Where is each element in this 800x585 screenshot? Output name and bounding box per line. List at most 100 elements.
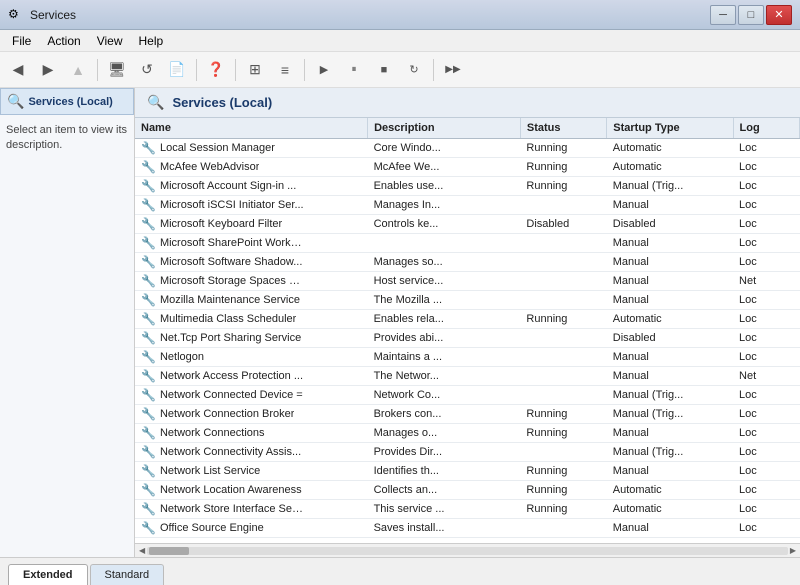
cell-status bbox=[520, 443, 606, 462]
cell-status bbox=[520, 196, 606, 215]
toolbar: ◀ ▶ ▲ 🖥 ↺ 📄 ❓ ⊞ ≡ ▶ ⏸ ■ ↻ ▶▶ bbox=[0, 52, 800, 88]
table-row[interactable]: 🔧Network Access Protection ...The Networ… bbox=[135, 367, 800, 386]
horizontal-scrollbar[interactable]: ◀ ▶ bbox=[135, 543, 800, 557]
cell-log: Loc bbox=[733, 386, 799, 405]
toolbar-separator-5 bbox=[433, 59, 434, 81]
table-row[interactable]: 🔧Multimedia Class SchedulerEnables rela.… bbox=[135, 310, 800, 329]
menu-help[interactable]: Help bbox=[131, 32, 172, 50]
cell-startup-type: Manual bbox=[607, 424, 733, 443]
show-console-button[interactable]: 🖥 bbox=[103, 56, 131, 84]
table-row[interactable]: 🔧Network Store Interface Ser...This serv… bbox=[135, 500, 800, 519]
close-button[interactable]: ✕ bbox=[766, 5, 792, 25]
service-name: Microsoft iSCSI Initiator Ser... bbox=[160, 199, 304, 211]
col-header-startup-type[interactable]: Startup Type bbox=[607, 118, 733, 139]
cell-name: 🔧Office Source Engine bbox=[135, 519, 310, 537]
cell-description: Identifies th... bbox=[368, 462, 521, 481]
table-row[interactable]: 🔧Office Source EngineSaves install...Man… bbox=[135, 519, 800, 538]
table-row[interactable]: 🔧Mozilla Maintenance ServiceThe Mozilla … bbox=[135, 291, 800, 310]
scroll-right-arrow[interactable]: ▶ bbox=[788, 546, 798, 555]
cell-name: 🔧Mozilla Maintenance Service bbox=[135, 291, 310, 309]
minimize-button[interactable]: ─ bbox=[710, 5, 736, 25]
back-button[interactable]: ◀ bbox=[4, 56, 32, 84]
cell-description: This service ... bbox=[368, 500, 521, 519]
cell-log: Loc bbox=[733, 310, 799, 329]
cell-name: 🔧Local Session Manager bbox=[135, 139, 310, 157]
service-icon: 🔧 bbox=[141, 331, 156, 345]
cell-status bbox=[520, 519, 606, 538]
menu-view[interactable]: View bbox=[89, 32, 131, 50]
view-list-button[interactable]: ≡ bbox=[271, 56, 299, 84]
cell-log: Net bbox=[733, 367, 799, 386]
start-service-button[interactable]: ▶ bbox=[310, 56, 338, 84]
toolbar-separator-3 bbox=[235, 59, 236, 81]
cell-description: Brokers con... bbox=[368, 405, 521, 424]
cell-log: Loc bbox=[733, 481, 799, 500]
service-icon: 🔧 bbox=[141, 293, 156, 307]
table-row[interactable]: 🔧Network List ServiceIdentifies th...Run… bbox=[135, 462, 800, 481]
more-button[interactable]: ▶▶ bbox=[439, 56, 467, 84]
refresh-button[interactable]: ↺ bbox=[133, 56, 161, 84]
table-row[interactable]: 🔧Microsoft iSCSI Initiator Ser...Manages… bbox=[135, 196, 800, 215]
service-name: Microsoft Storage Spaces S... bbox=[160, 275, 304, 287]
cell-startup-type: Manual bbox=[607, 272, 733, 291]
menu-action[interactable]: Action bbox=[39, 32, 88, 50]
table-row[interactable]: 🔧NetlogonMaintains a ...ManualLoc bbox=[135, 348, 800, 367]
table-row[interactable]: 🔧Network ConnectionsManages o...RunningM… bbox=[135, 424, 800, 443]
table-row[interactable]: 🔧Local Session ManagerCore Windo...Runni… bbox=[135, 139, 800, 158]
table-row[interactable]: 🔧Net.Tcp Port Sharing ServiceProvides ab… bbox=[135, 329, 800, 348]
col-header-status[interactable]: Status bbox=[520, 118, 606, 139]
cell-startup-type: Manual bbox=[607, 462, 733, 481]
services-local-icon: 🔍 bbox=[7, 93, 24, 110]
service-icon: 🔧 bbox=[141, 521, 156, 535]
up-button[interactable]: ▲ bbox=[64, 56, 92, 84]
service-icon: 🔧 bbox=[141, 350, 156, 364]
col-header-description[interactable]: Description bbox=[368, 118, 521, 139]
cell-name: 🔧McAfee WebAdvisor bbox=[135, 158, 310, 176]
service-name: Network Store Interface Ser... bbox=[160, 503, 304, 515]
col-header-name[interactable]: Name bbox=[135, 118, 368, 139]
cell-status bbox=[520, 272, 606, 291]
table-row[interactable]: 🔧Network Location AwarenessCollects an..… bbox=[135, 481, 800, 500]
cell-name: 🔧Microsoft Account Sign-in ... bbox=[135, 177, 310, 195]
tab-standard[interactable]: Standard bbox=[90, 564, 165, 585]
service-icon: 🔧 bbox=[141, 464, 156, 478]
col-header-log[interactable]: Log bbox=[733, 118, 799, 139]
table-row[interactable]: 🔧Network Connection BrokerBrokers con...… bbox=[135, 405, 800, 424]
service-name: Multimedia Class Scheduler bbox=[160, 313, 296, 325]
forward-button[interactable]: ▶ bbox=[34, 56, 62, 84]
cell-description: Manages o... bbox=[368, 424, 521, 443]
table-row[interactable]: 🔧Microsoft Keyboard FilterControls ke...… bbox=[135, 215, 800, 234]
service-name: Network Connected Device = bbox=[160, 389, 303, 401]
cell-name: 🔧Network Access Protection ... bbox=[135, 367, 310, 385]
pause-service-button[interactable]: ⏸ bbox=[340, 56, 368, 84]
sidebar-item-services-local[interactable]: 🔍 Services (Local) bbox=[0, 88, 134, 115]
stop-service-button[interactable]: ■ bbox=[370, 56, 398, 84]
scroll-left-arrow[interactable]: ◀ bbox=[137, 546, 147, 555]
table-row[interactable]: 🔧McAfee WebAdvisorMcAfee We...RunningAut… bbox=[135, 158, 800, 177]
service-name: Network Connectivity Assis... bbox=[160, 446, 301, 458]
menu-file[interactable]: File bbox=[4, 32, 39, 50]
help-button[interactable]: ❓ bbox=[202, 56, 230, 84]
services-table-container[interactable]: Name Description Status Startup Type Log… bbox=[135, 118, 800, 543]
table-row[interactable]: 🔧Microsoft Account Sign-in ...Enables us… bbox=[135, 177, 800, 196]
title-bar-text: Services bbox=[30, 8, 76, 22]
restart-service-button[interactable]: ↻ bbox=[400, 56, 428, 84]
services-table: Name Description Status Startup Type Log… bbox=[135, 118, 800, 538]
cell-description: Core Windo... bbox=[368, 139, 521, 158]
cell-log: Loc bbox=[733, 234, 799, 253]
table-row[interactable]: 🔧Microsoft Storage Spaces S...Host servi… bbox=[135, 272, 800, 291]
export-button[interactable]: 📄 bbox=[163, 56, 191, 84]
table-row[interactable]: 🔧Microsoft SharePoint Works...ManualLoc bbox=[135, 234, 800, 253]
maximize-button[interactable]: □ bbox=[738, 5, 764, 25]
table-row[interactable]: 🔧Microsoft Software Shadow...Manages so.… bbox=[135, 253, 800, 272]
tab-extended[interactable]: Extended bbox=[8, 564, 88, 585]
service-name: McAfee WebAdvisor bbox=[160, 161, 259, 173]
cell-description: Manages In... bbox=[368, 196, 521, 215]
scroll-track[interactable] bbox=[147, 547, 788, 555]
cell-description: Collects an... bbox=[368, 481, 521, 500]
table-row[interactable]: 🔧Network Connectivity Assis...Provides D… bbox=[135, 443, 800, 462]
service-icon: 🔧 bbox=[141, 274, 156, 288]
scroll-thumb[interactable] bbox=[149, 547, 189, 555]
view-grid-button[interactable]: ⊞ bbox=[241, 56, 269, 84]
table-row[interactable]: 🔧Network Connected Device =Network Co...… bbox=[135, 386, 800, 405]
